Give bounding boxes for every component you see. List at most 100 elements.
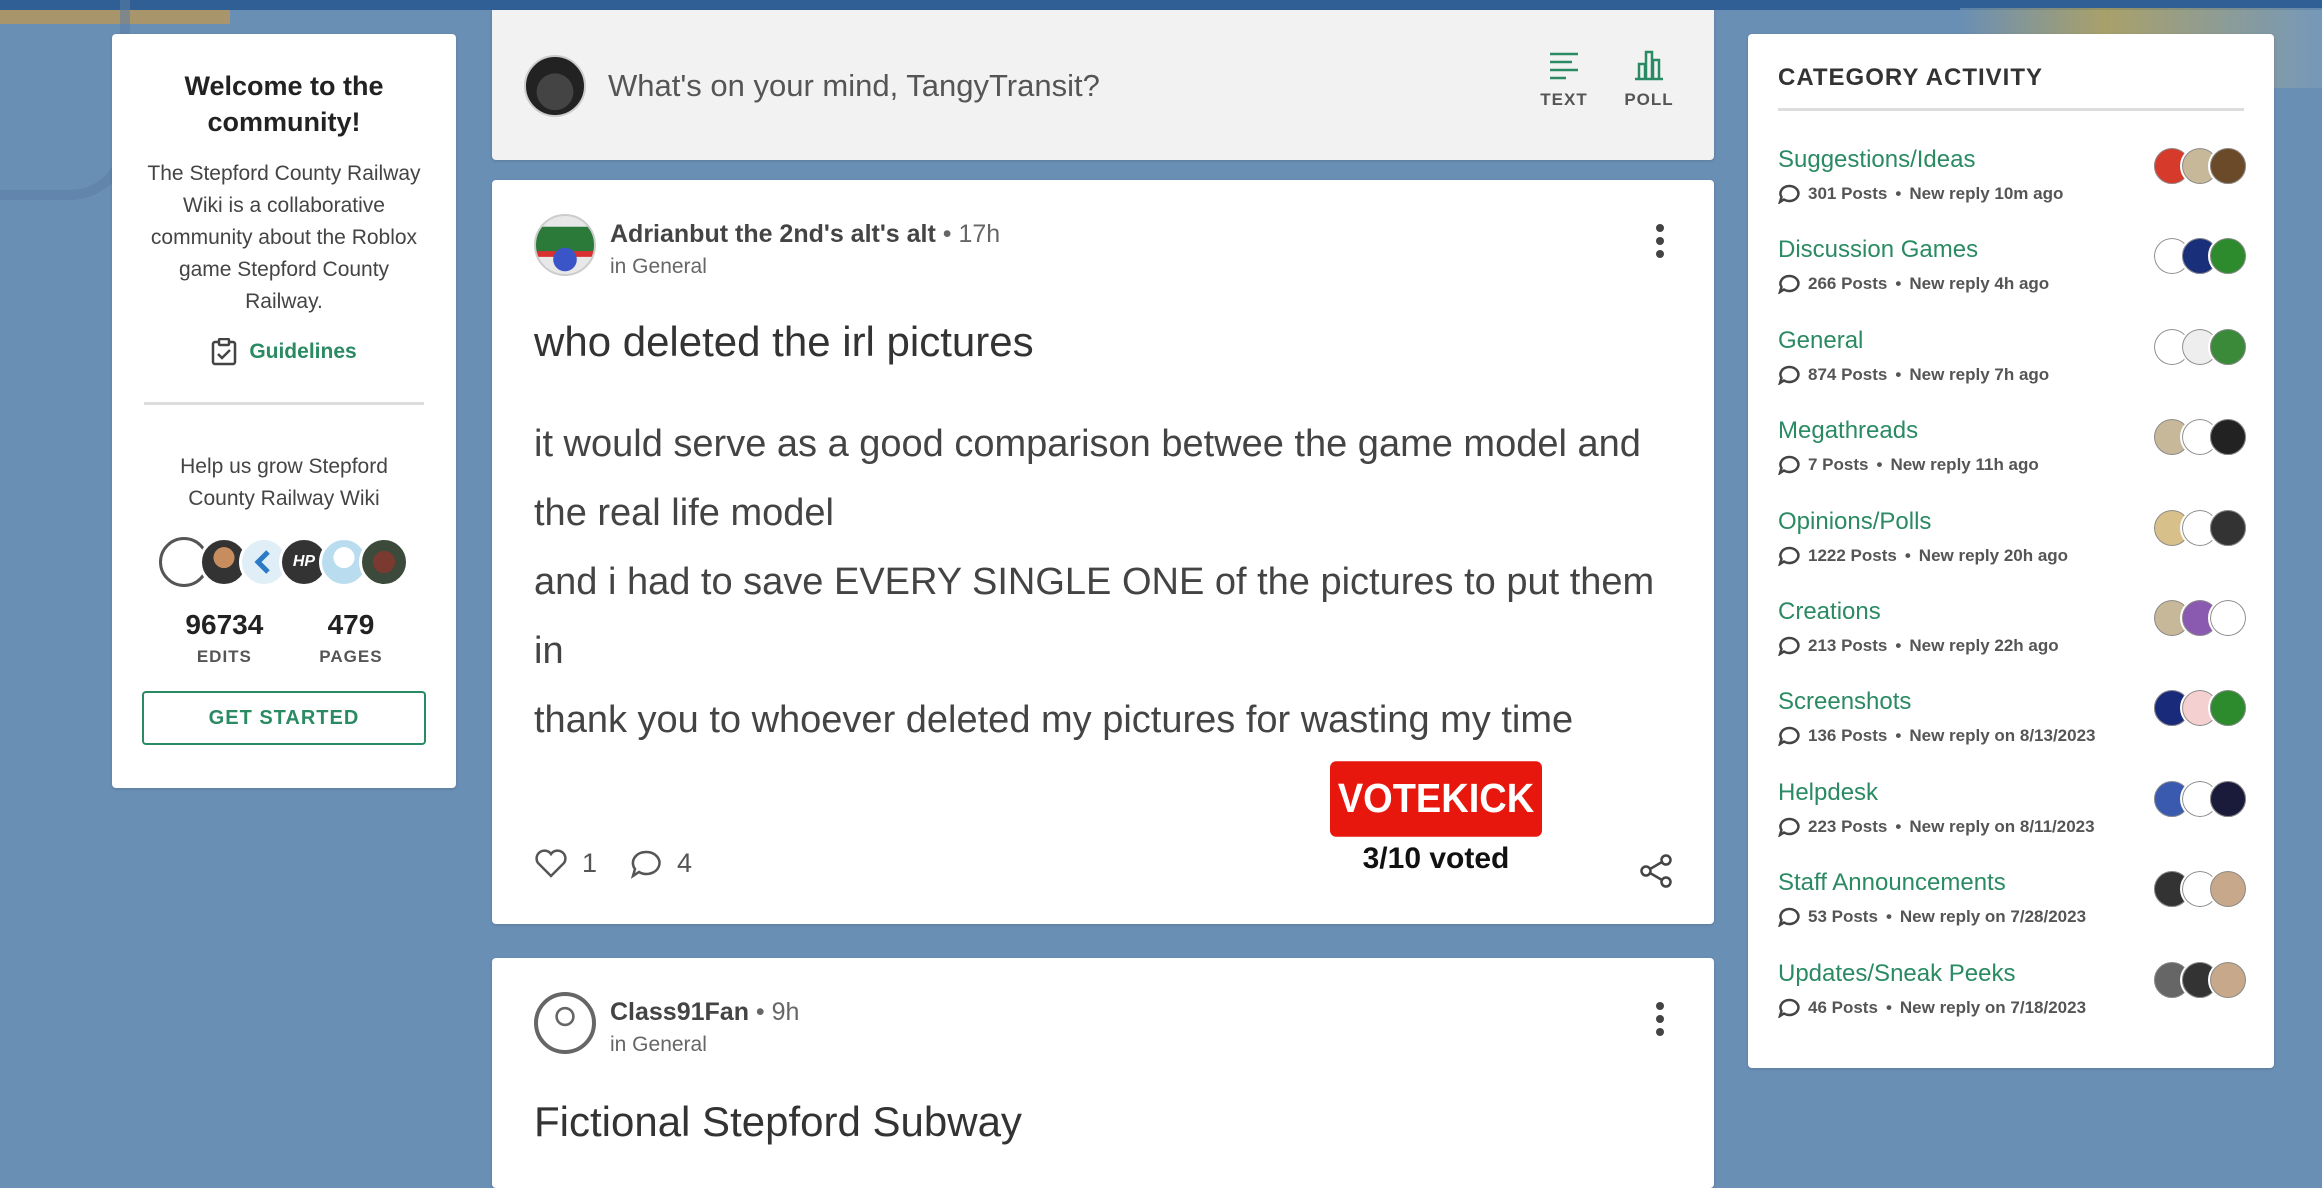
more-options-icon[interactable]: [1656, 224, 1666, 263]
category-item[interactable]: Updates/Sneak Peeks 46 Posts • New reply on…: [1778, 959, 2248, 1050]
category-list: Suggestions/Ideas 301 Posts • New reply 10m…: [1778, 146, 2248, 1050]
pages-stat: 479 PAGES: [319, 609, 382, 667]
avatar[interactable]: [2208, 417, 2248, 458]
category-item[interactable]: Megathreads 7 Posts • New reply 11h ago: [1778, 417, 2248, 507]
category-post-count: 53 Posts: [1808, 907, 1878, 927]
category-avatars: [2152, 417, 2248, 458]
category-activity-card: CATEGORY ACTIVITY Suggestions/Ideas 301 P…: [1748, 34, 2274, 1068]
post-title[interactable]: Fictional Stepford Subway: [534, 1098, 1022, 1146]
more-options-icon[interactable]: [1656, 1002, 1666, 1041]
post-composer[interactable]: What's on your mind, TangyTransit? TEXT …: [492, 10, 1714, 160]
separator-dot: •: [1895, 274, 1902, 294]
author-avatar[interactable]: [534, 214, 596, 276]
welcome-description: The Stepford County Railway Wiki is a co…: [147, 162, 421, 313]
category-post-count: 213 Posts: [1808, 635, 1888, 655]
post-meta: Adrianbut the 2nd's alt's alt • 17h in G…: [610, 220, 1000, 279]
pages-count: 479: [327, 609, 375, 640]
text-label: TEXT: [1540, 90, 1588, 109]
category-stats: 213 Posts • New reply 22h ago: [1778, 636, 2248, 656]
welcome-card: Welcome to the community! The Stepford C…: [112, 34, 456, 788]
avatar[interactable]: [2208, 688, 2248, 729]
comment-icon: [1778, 998, 1800, 1018]
share-icon[interactable]: [1638, 854, 1674, 888]
category-item[interactable]: General 874 Posts • New reply 7h ago: [1778, 326, 2248, 417]
avatar[interactable]: [2208, 236, 2248, 277]
category-item[interactable]: Opinions/Polls 1222 Posts • New reply 20h a…: [1778, 507, 2248, 598]
heart-icon[interactable]: [534, 848, 568, 879]
poll-bars-icon: [1635, 50, 1663, 81]
divider: [144, 402, 424, 405]
category-item[interactable]: Staff Announcements 53 Posts • New reply on…: [1778, 869, 2248, 959]
guidelines-link[interactable]: Guidelines: [112, 338, 456, 366]
separator-dot: •: [1876, 455, 1883, 475]
text-lines-icon: [1550, 52, 1578, 80]
category-last-reply: New reply 10m ago: [1909, 184, 2064, 203]
category-avatars: [2152, 778, 2248, 819]
author-avatar[interactable]: [534, 992, 596, 1054]
category-avatars: [2152, 507, 2248, 548]
votekick-badge: VOTEKICK: [1330, 761, 1542, 837]
post-category[interactable]: in General: [610, 1033, 799, 1057]
post-time: 9h: [771, 998, 800, 1026]
category-last-reply: New reply on 7/28/2023: [1899, 907, 2087, 927]
comment-icon: [1778, 546, 1800, 566]
separator-dot: •: [1895, 184, 1902, 203]
category-item[interactable]: Discussion Games 266 Posts • New reply 4h a…: [1778, 236, 2248, 326]
comment-icon: [1778, 636, 1800, 656]
category-last-reply: New reply on 7/18/2023: [1899, 997, 2087, 1017]
category-avatars: [2152, 869, 2248, 910]
divider: [1778, 108, 2244, 111]
edits-label: EDITS: [196, 647, 252, 666]
comment-icon[interactable]: [629, 849, 663, 879]
avatar[interactable]: [2208, 778, 2248, 819]
like-count: 1: [582, 848, 598, 878]
category-avatars: [2152, 959, 2248, 1000]
separator-dot: •: [1904, 545, 1911, 565]
post-body-line: it would serve as a good comparison betw…: [534, 423, 1641, 534]
category-stats: 301 Posts • New reply 10m ago: [1778, 184, 2248, 204]
composer-input[interactable]: What's on your mind, TangyTransit?: [608, 68, 1100, 104]
avatar[interactable]: [359, 537, 409, 587]
category-post-count: 1222 Posts: [1808, 545, 1897, 565]
get-started-button[interactable]: GET STARTED: [142, 691, 426, 745]
category-last-reply: New reply 22h ago: [1909, 635, 2059, 655]
category-avatars: [2152, 688, 2248, 729]
category-stats: 266 Posts • New reply 4h ago: [1778, 274, 2248, 295]
text-post-button[interactable]: TEXT: [1529, 48, 1599, 110]
guidelines-label: Guidelines: [249, 340, 357, 363]
category-last-reply: New reply 4h ago: [1909, 274, 2050, 294]
post-header: Adrianbut the 2nd's alt's alt • 17h in G…: [534, 214, 1000, 279]
post-card[interactable]: Class91Fan • 9h in General Fictional Ste…: [492, 958, 1714, 1188]
category-item[interactable]: Suggestions/Ideas 301 Posts • New reply 10m…: [1778, 146, 2248, 236]
category-post-count: 7 Posts: [1808, 455, 1869, 475]
wiki-stats: 96734 EDITS 479 PAGES: [112, 609, 456, 667]
avatar[interactable]: [2208, 869, 2248, 910]
category-stats: 53 Posts • New reply on 7/28/2023: [1778, 907, 2248, 928]
post-title[interactable]: who deleted the irl pictures: [534, 318, 1034, 366]
category-activity-title: CATEGORY ACTIVITY: [1778, 64, 2044, 91]
avatar[interactable]: [2208, 597, 2248, 638]
post-time: 17h: [958, 220, 1001, 248]
comment-icon: [1778, 365, 1800, 385]
category-last-reply: New reply 20h ago: [1918, 545, 2069, 565]
comment-icon: [1778, 817, 1800, 837]
avatar[interactable]: [2208, 326, 2248, 367]
post-meta: Class91Fan • 9h in General: [610, 998, 799, 1057]
category-item[interactable]: Screenshots 136 Posts • New reply on 8/13/2…: [1778, 688, 2248, 778]
author-name[interactable]: Class91Fan: [610, 998, 749, 1026]
category-item[interactable]: Creations 213 Posts • New reply 22h ago: [1778, 597, 2248, 688]
category-post-count: 301 Posts: [1808, 184, 1888, 203]
post-category[interactable]: in General: [610, 255, 1000, 279]
separator-dot: •: [1885, 907, 1892, 927]
avatar[interactable]: [2208, 146, 2248, 186]
post-header: Class91Fan • 9h in General: [534, 992, 799, 1057]
post-body[interactable]: it would serve as a good comparison betw…: [534, 410, 1664, 755]
avatar[interactable]: [2208, 959, 2248, 1000]
avatar[interactable]: [2208, 507, 2248, 548]
category-avatars: [2152, 597, 2248, 638]
contributor-avatars: HP: [112, 537, 456, 587]
poll-post-button[interactable]: POLL: [1614, 48, 1684, 110]
comment-icon: [1778, 455, 1800, 476]
category-item[interactable]: Helpdesk 223 Posts • New reply on 8/11/2023: [1778, 778, 2248, 869]
author-name[interactable]: Adrianbut the 2nd's alt's alt: [610, 220, 936, 248]
